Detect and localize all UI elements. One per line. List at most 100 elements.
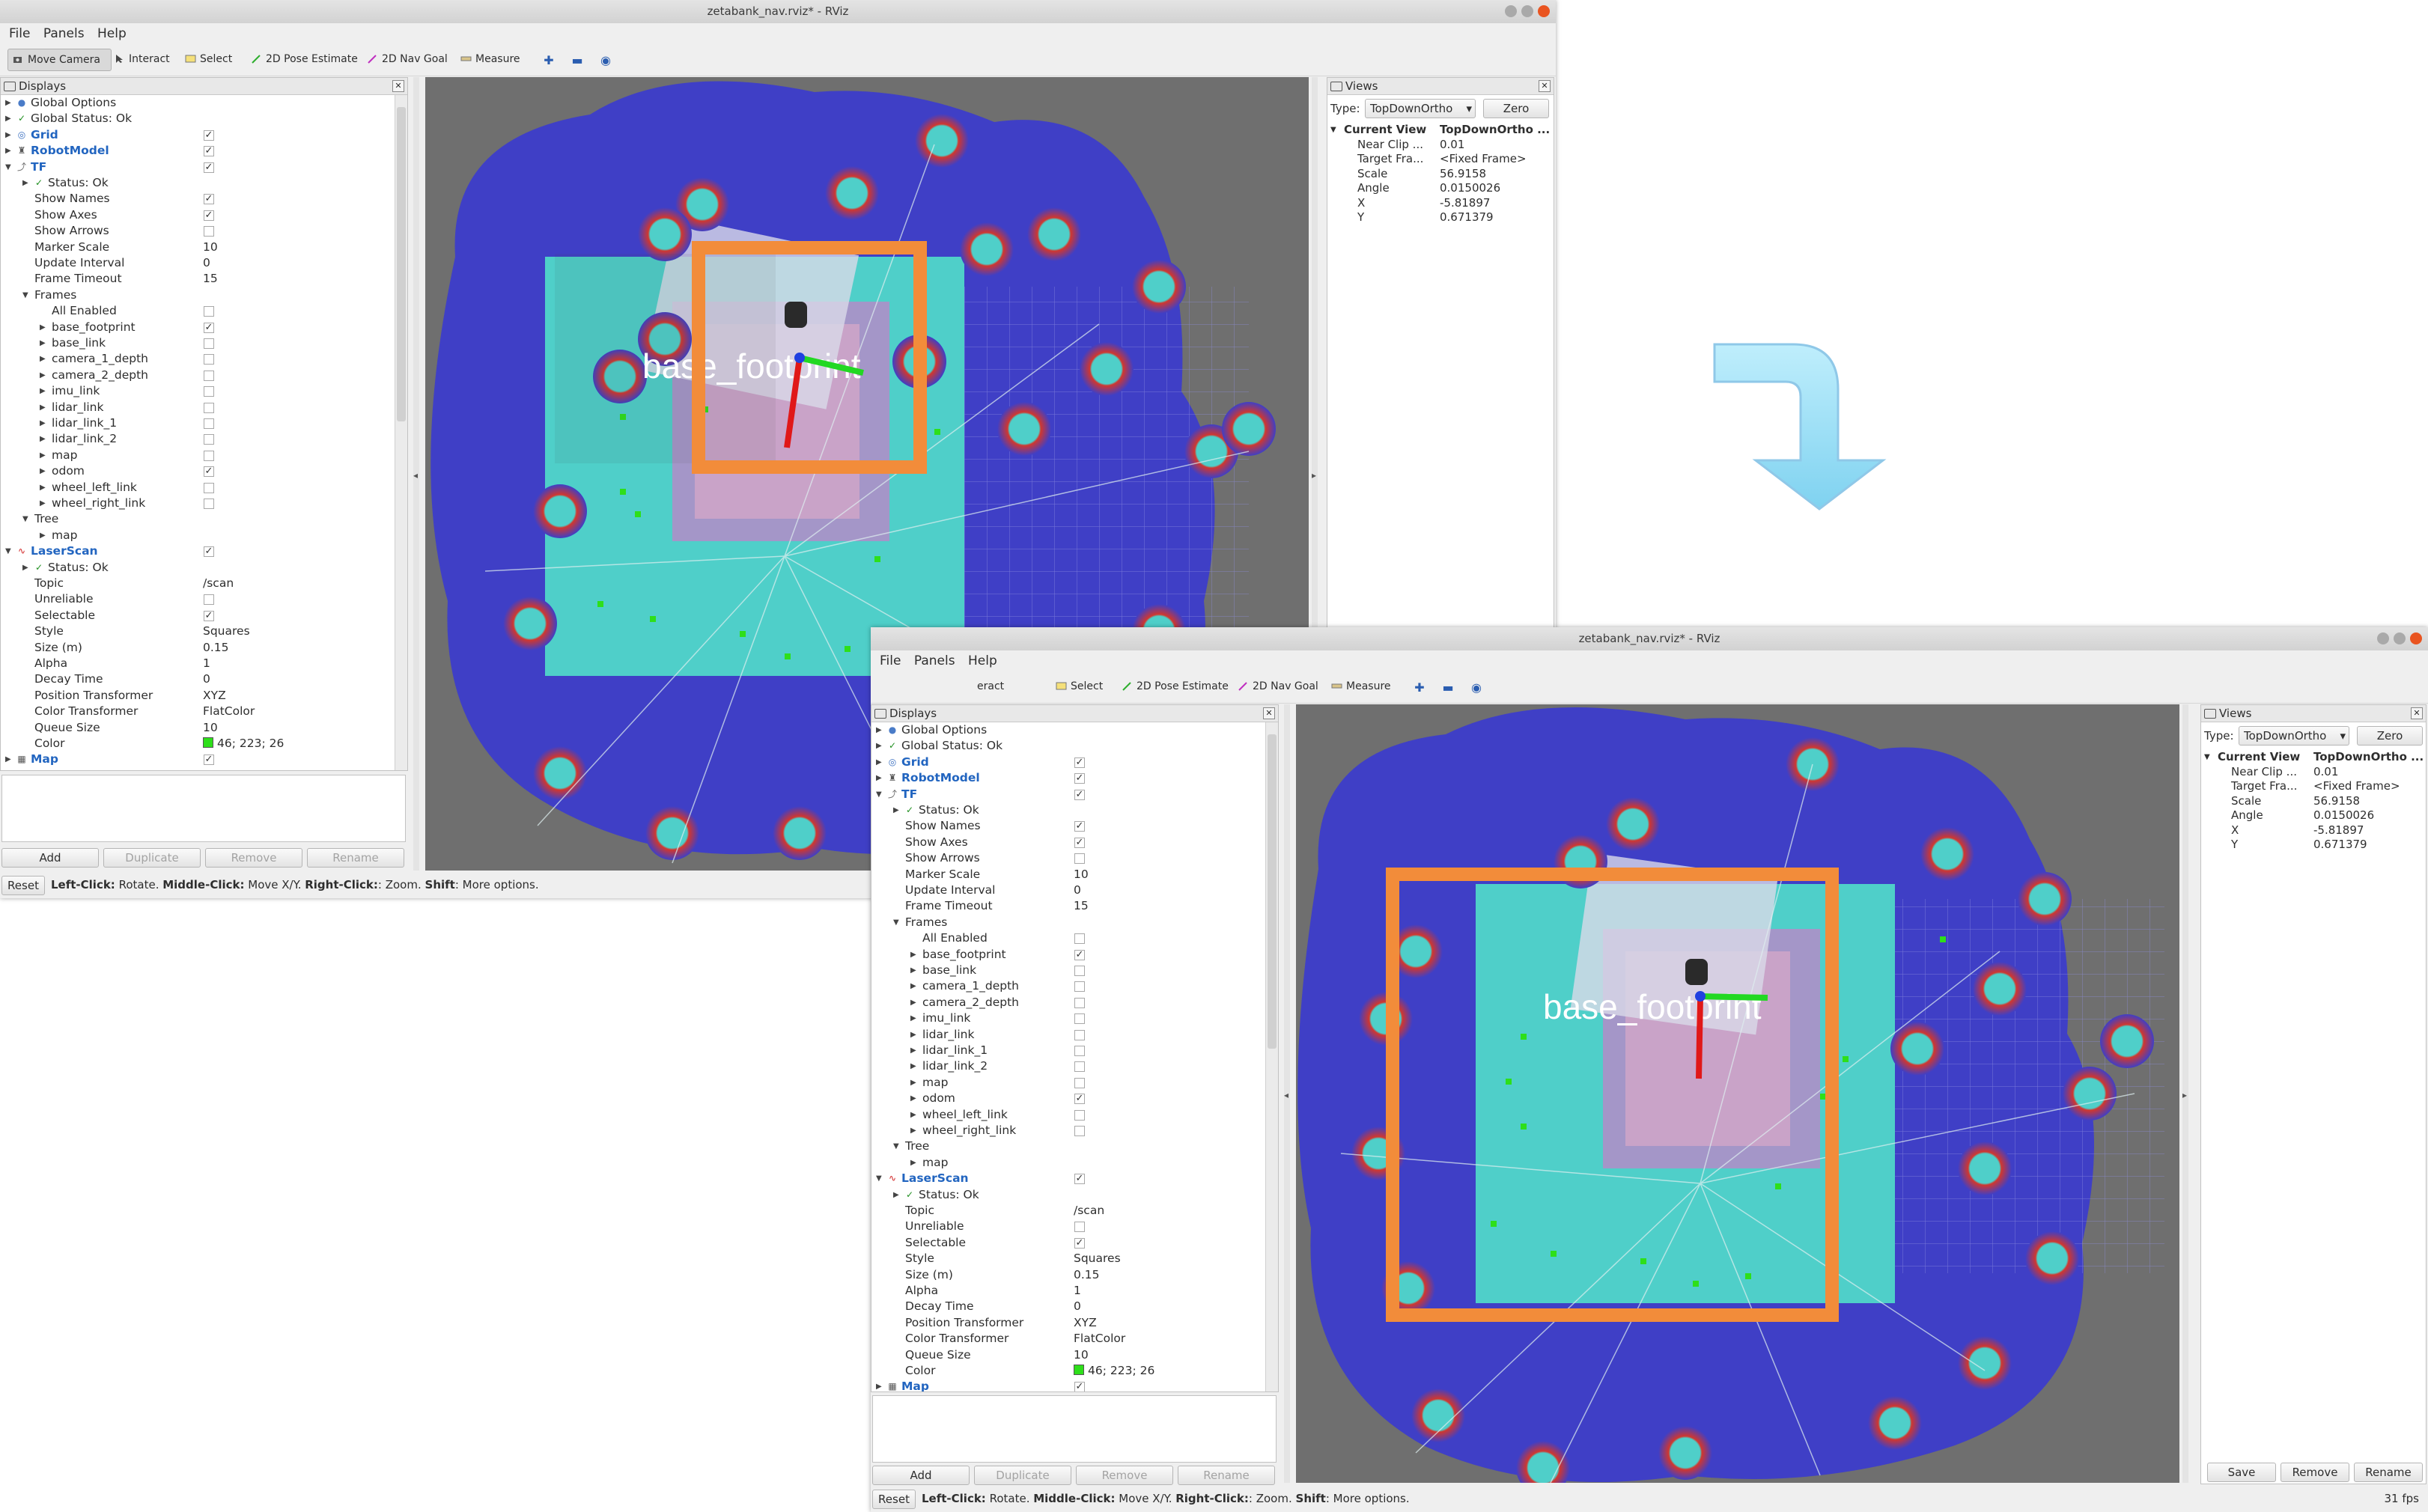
display-checkbox[interactable]: ✓ — [204, 610, 214, 621]
view-property-value[interactable]: <Fixed Frame> — [1440, 152, 1527, 167]
expand-arrow-icon[interactable]: ▶ — [40, 431, 46, 447]
display-row[interactable]: ▼ Frames — [1, 287, 394, 303]
tool-2d-pose-estimate[interactable]: 2D Pose Estimate — [1117, 676, 1233, 697]
display-row[interactable]: Selectable ✓ — [871, 1235, 1265, 1251]
display-row[interactable]: ▶ imu_link — [871, 1010, 1265, 1026]
display-row[interactable]: ▼ ⤴ TF ✓ — [1, 159, 394, 175]
display-row[interactable]: Color 46; 223; 26 — [1, 736, 394, 752]
display-row[interactable]: ▶ ◎ Grid ✓ — [1, 127, 394, 143]
collapse-arrow-icon[interactable]: ▼ — [876, 1171, 882, 1186]
minimize-icon[interactable] — [2377, 632, 2389, 644]
expand-arrow-icon[interactable]: ▶ — [40, 463, 46, 479]
display-row[interactable]: Marker Scale 10 — [1, 240, 394, 255]
view-property-row[interactable]: X -5.81897 — [1327, 196, 1554, 211]
display-row[interactable]: ▶ map — [1, 448, 394, 463]
display-row[interactable]: Show Axes ✓ — [871, 835, 1265, 850]
expand-arrow-icon[interactable]: ▶ — [876, 722, 882, 738]
display-row[interactable]: ▶ camera_2_depth — [871, 995, 1265, 1010]
display-row-value[interactable]: 10 — [203, 240, 218, 255]
display-checkbox[interactable] — [204, 499, 214, 509]
display-checkbox[interactable] — [204, 594, 214, 606]
close-window-icon[interactable] — [1538, 5, 1550, 17]
display-checkbox[interactable] — [1074, 1077, 1085, 1088]
view-property-row[interactable]: X -5.81897 — [2201, 823, 2426, 838]
expand-arrow-icon[interactable]: ▶ — [40, 448, 46, 463]
display-row-value[interactable]: FlatColor — [1074, 1331, 1125, 1347]
expand-arrow-icon[interactable]: ▶ — [5, 143, 11, 159]
display-row[interactable]: ▶ ✓ Status: Ok — [1, 560, 394, 576]
display-row[interactable]: Show Names ✓ — [1, 191, 394, 207]
display-row[interactable]: Color Transformer FlatColor — [871, 1331, 1265, 1347]
display-row-value[interactable]: 0.15 — [203, 640, 229, 656]
view-property-row[interactable]: Angle 0.0150026 — [2201, 808, 2426, 823]
view-type-select[interactable]: TopDownOrtho ▾ — [1365, 99, 1476, 118]
display-row[interactable]: All Enabled — [1, 303, 394, 319]
display-row[interactable]: All Enabled — [871, 930, 1265, 946]
displays-scrollbar[interactable] — [1265, 722, 1278, 1391]
display-row[interactable]: Show Axes ✓ — [1, 207, 394, 223]
display-row[interactable]: ▶ ● Global Options — [1, 95, 394, 111]
view-property-value[interactable]: 56.9158 — [2313, 794, 2360, 809]
display-row-value[interactable]: 15 — [203, 271, 218, 287]
rename-button[interactable]: Rename — [1178, 1466, 1275, 1485]
display-row[interactable]: ▶ base_footprint ✓ — [871, 947, 1265, 963]
display-row[interactable]: ▶ wheel_right_link — [1, 496, 394, 511]
view-property-value[interactable]: 56.9158 — [1440, 167, 1486, 182]
remove-view-button[interactable]: Remove — [2281, 1463, 2349, 1482]
display-checkbox[interactable] — [1074, 1013, 1085, 1025]
expand-arrow-icon[interactable]: ▶ — [910, 947, 916, 963]
display-checkbox[interactable] — [204, 450, 214, 461]
tool-2d-pose-estimate[interactable]: 2D Pose Estimate — [246, 49, 362, 70]
left-splitter[interactable]: ◂ — [1284, 704, 1290, 1483]
display-row[interactable]: ▶ lidar_link — [871, 1027, 1265, 1043]
display-row[interactable]: ▼ Frames — [871, 915, 1265, 930]
plus-icon[interactable]: ✚ — [542, 54, 556, 67]
plus-icon[interactable]: ✚ — [1413, 681, 1426, 695]
expand-arrow-icon[interactable]: ▼ — [1330, 123, 1336, 138]
view-property-row[interactable]: Near Clip ... 0.01 — [2201, 765, 2426, 780]
expand-arrow-icon[interactable]: ▶ — [910, 1091, 916, 1106]
render-viewport[interactable]: base_footprint — [1296, 704, 2179, 1483]
display-row[interactable]: Frame Timeout 15 — [1, 271, 394, 287]
expand-arrow-icon[interactable]: ▶ — [5, 111, 11, 126]
view-property-value[interactable]: 0.01 — [1440, 138, 1464, 153]
collapse-arrow-icon[interactable]: ▼ — [876, 787, 882, 802]
display-row[interactable]: Alpha 1 — [1, 656, 394, 671]
display-row[interactable]: Color Transformer FlatColor — [1, 704, 394, 719]
tool-select[interactable]: Select — [180, 49, 237, 70]
display-checkbox[interactable]: ✓ — [1074, 773, 1085, 784]
display-row[interactable]: Show Arrows — [871, 850, 1265, 866]
display-checkbox[interactable]: ✓ — [1074, 1382, 1085, 1391]
tool-measure[interactable]: Measure — [456, 49, 525, 70]
current-view-row[interactable]: ▼ Current View TopDownOrtho ... — [2201, 750, 2426, 765]
display-row[interactable]: Decay Time 0 — [1, 671, 394, 687]
display-row[interactable]: Queue Size 10 — [871, 1347, 1265, 1363]
expand-arrow-icon[interactable]: ▶ — [893, 1187, 899, 1203]
display-row-value[interactable]: /scan — [203, 576, 234, 591]
tool-2d-nav-goal[interactable]: 2D Nav Goal — [1233, 676, 1323, 697]
menu-file[interactable]: File — [880, 650, 901, 671]
display-row[interactable]: ▶ ♜ RobotModel ✓ — [1, 143, 394, 159]
display-row[interactable]: Style Squares — [871, 1251, 1265, 1266]
color-swatch[interactable] — [203, 737, 213, 748]
display-row-value[interactable]: XYZ — [203, 688, 226, 704]
minimize-icon[interactable] — [1505, 5, 1517, 17]
display-checkbox[interactable] — [1074, 966, 1085, 976]
display-checkbox[interactable] — [204, 418, 214, 429]
display-row[interactable]: ▼ Tree — [1, 511, 394, 527]
display-row[interactable]: ▶ map — [871, 1075, 1265, 1091]
menu-panels[interactable]: Panels — [914, 650, 955, 671]
display-checkbox[interactable]: ✓ — [204, 129, 214, 141]
expand-arrow-icon[interactable]: ▶ — [40, 528, 46, 543]
display-row-value[interactable]: 15 — [1074, 898, 1089, 914]
expand-arrow-icon[interactable]: ▶ — [910, 1107, 916, 1123]
display-row-value[interactable]: 1 — [203, 656, 210, 671]
tool-select[interactable]: Select — [1051, 676, 1107, 697]
display-row-value[interactable]: 0 — [1074, 1299, 1081, 1314]
display-row-value[interactable]: 10 — [1074, 867, 1089, 882]
scroll-thumb[interactable] — [1268, 734, 1277, 1049]
collapse-arrow-icon[interactable]: ▼ — [893, 915, 899, 930]
expand-arrow-icon[interactable]: ▶ — [22, 560, 28, 576]
menu-panels[interactable]: Panels — [43, 23, 85, 44]
display-row-value[interactable]: 46; 223; 26 — [203, 736, 284, 752]
